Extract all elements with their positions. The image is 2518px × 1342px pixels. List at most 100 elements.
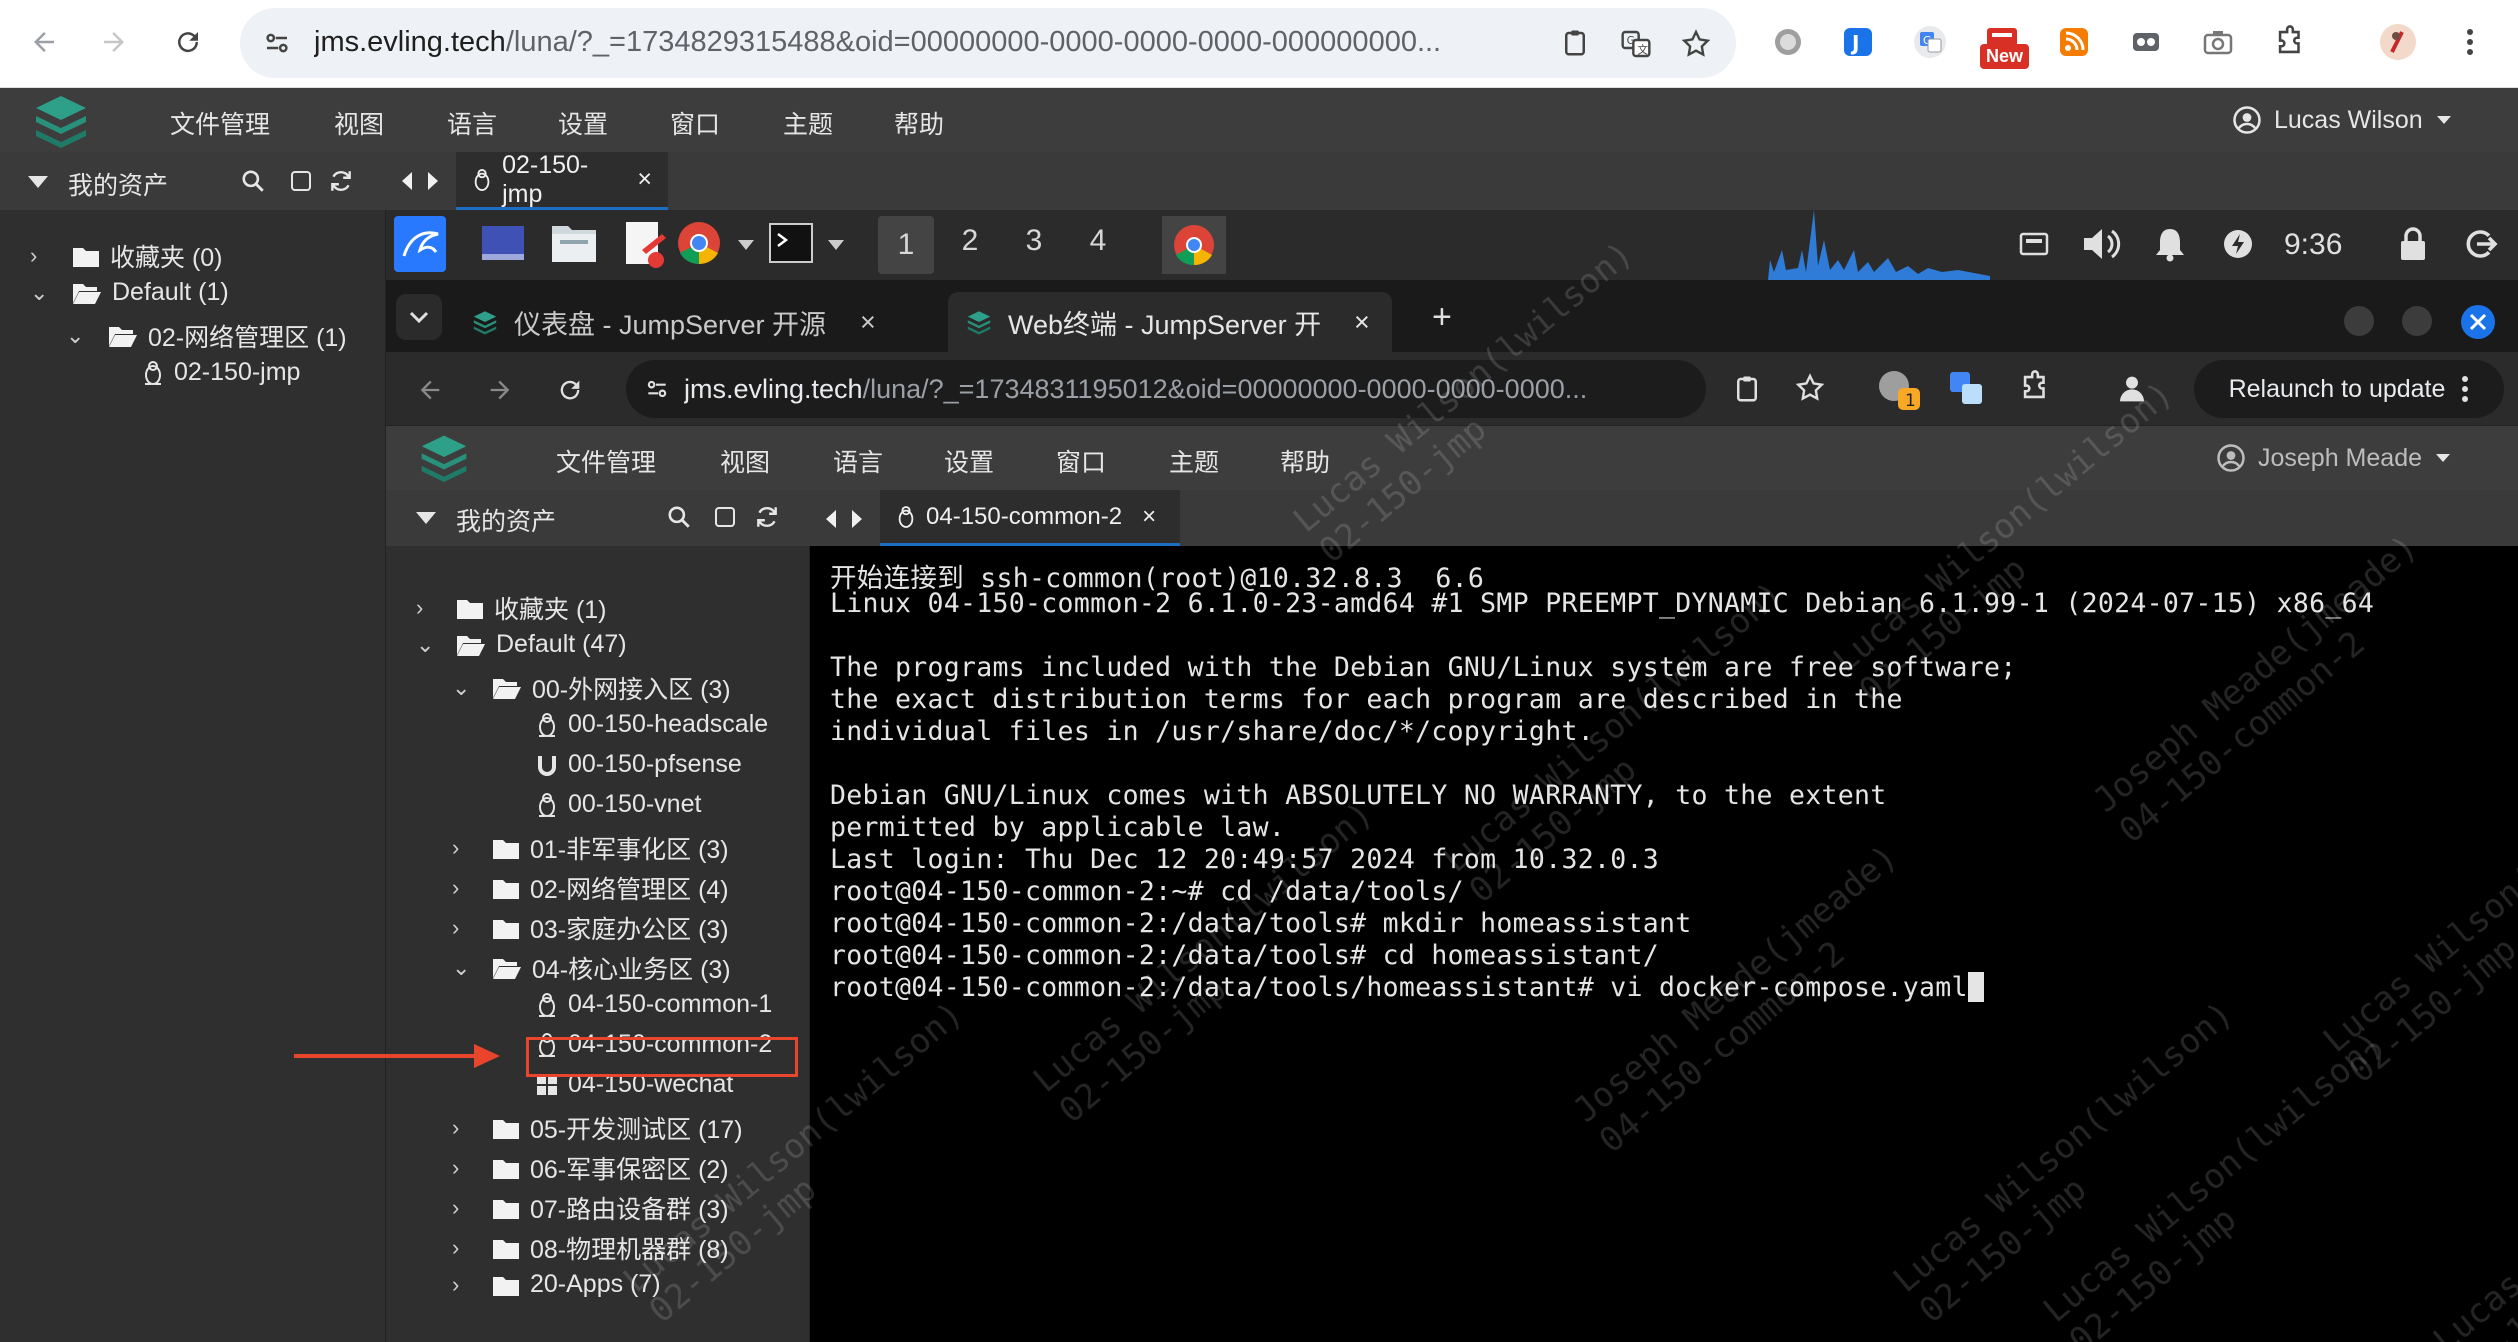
rss-extension-icon[interactable] — [2052, 20, 2096, 64]
clipboard-icon[interactable] — [1560, 28, 1590, 58]
workspace-2[interactable]: 2 — [942, 224, 998, 258]
extensions-puzzle-icon[interactable] — [2018, 370, 2052, 404]
tree-node-group[interactable]: › 08-物理机器群 (8) — [452, 1230, 729, 1266]
menu-language[interactable]: 语言 — [447, 105, 497, 141]
refresh-icon[interactable] — [328, 168, 354, 194]
chevron-down-icon[interactable]: ⌄ — [452, 955, 474, 981]
tree-node-group[interactable]: › 06-军事保密区 (2) — [452, 1150, 729, 1186]
chevron-down-icon[interactable]: ⌄ — [452, 675, 474, 701]
remote-desktop-viewport[interactable]: 1 2 3 4 9:36 仪表盘 - JumpServer 开源 × Web终端… — [386, 210, 2518, 1342]
url-text[interactable]: jms.evling.tech/luna/?_=1734829315488&oi… — [314, 26, 1514, 59]
file-manager-icon[interactable] — [550, 220, 598, 266]
chevron-right-icon[interactable]: › — [452, 915, 474, 941]
power-status-icon[interactable] — [2222, 228, 2254, 260]
network-icon[interactable] — [2018, 228, 2050, 260]
user-menu[interactable]: Joseph Meade — [2216, 443, 2452, 473]
workspace-4[interactable]: 4 — [1070, 224, 1126, 258]
tab-scroll-arrows-icon[interactable] — [824, 508, 864, 530]
extensions-puzzle-icon[interactable] — [2268, 20, 2312, 64]
menu-settings[interactable]: 设置 — [558, 105, 608, 141]
reload-button[interactable] — [166, 20, 210, 64]
chevron-right-icon[interactable]: › — [30, 243, 52, 269]
chevron-right-icon[interactable]: › — [452, 1272, 474, 1298]
expand-square-icon[interactable] — [714, 506, 736, 528]
chevron-right-icon[interactable]: › — [452, 1195, 474, 1221]
chevron-down-icon[interactable]: ⌄ — [66, 323, 88, 349]
menu-theme[interactable]: 主题 — [783, 105, 833, 141]
refresh-icon[interactable] — [754, 504, 780, 530]
chevron-down-icon[interactable]: ⌄ — [30, 280, 52, 306]
caret-down-icon[interactable] — [828, 240, 844, 250]
tree-node-asset[interactable]: 00-150-pfsense — [536, 750, 742, 779]
chrome-menu-icon[interactable] — [2448, 20, 2492, 64]
search-icon[interactable] — [666, 504, 692, 530]
new-tab-button[interactable]: + — [1432, 298, 1452, 337]
ssh-terminal[interactable]: 开始连接到 ssh-common(root)@10.32.8.3 6.6 Linu… — [810, 546, 2518, 1342]
menu-window[interactable]: 窗口 — [1056, 443, 1106, 479]
kali-menu-icon[interactable] — [394, 216, 446, 272]
menu-help[interactable]: 帮助 — [894, 105, 944, 141]
tab-scroll-arrows-icon[interactable] — [400, 170, 440, 192]
extension-badge-icon[interactable]: 1 — [1876, 368, 1924, 412]
url-text[interactable]: jms.evling.tech/luna/?_=1734831195012&oi… — [684, 374, 1674, 405]
tree-node-group[interactable]: › 05-开发测试区 (17) — [452, 1110, 743, 1146]
close-tab-icon[interactable]: × — [1142, 503, 1156, 531]
chevron-right-icon[interactable]: › — [452, 1115, 474, 1141]
tree-node-favorites[interactable]: › 收藏夹 (0) — [30, 238, 223, 274]
lock-screen-icon[interactable] — [2398, 226, 2428, 262]
tree-node-group[interactable]: › 02-网络管理区 (4) — [452, 870, 729, 906]
search-icon[interactable] — [240, 168, 266, 194]
chevron-right-icon[interactable]: › — [452, 835, 474, 861]
translate-icon[interactable]: G文 — [1620, 28, 1652, 60]
text-editor-icon[interactable] — [622, 220, 666, 270]
google-translate-extension-icon[interactable] — [1948, 370, 1986, 408]
session-tab-02-150-jmp[interactable]: 02-150-jmp × — [456, 151, 668, 210]
forward-arrow-icon[interactable] — [486, 376, 514, 404]
terminal-launcher-icon[interactable] — [768, 220, 814, 266]
tree-node-default[interactable]: ⌄ Default (1) — [30, 278, 229, 307]
menu-theme[interactable]: 主题 — [1169, 443, 1219, 479]
user-menu[interactable]: Lucas Wilson — [2232, 105, 2453, 135]
chrome-window-button[interactable] — [1162, 216, 1226, 274]
inner-address-bar[interactable]: jms.evling.tech/luna/?_=1734831195012&oi… — [626, 360, 1706, 418]
tab-search-button[interactable] — [396, 294, 442, 340]
bookmark-star-icon[interactable] — [1680, 28, 1712, 60]
site-info-icon[interactable] — [262, 28, 292, 58]
tree-node-group[interactable]: ⌄ 04-核心业务区 (3) — [452, 950, 731, 986]
tree-node-group[interactable]: › 03-家庭办公区 (3) — [452, 910, 729, 946]
inner-tab-web-terminal[interactable]: Web终端 - JumpServer 开 × — [948, 292, 1392, 352]
chevron-right-icon[interactable]: › — [452, 1155, 474, 1181]
back-arrow-icon[interactable] — [416, 376, 444, 404]
extension-circle-icon[interactable] — [1766, 20, 1810, 64]
tree-node-group[interactable]: › 收藏夹 (1) — [416, 590, 607, 626]
camera-extension-icon[interactable] — [2196, 20, 2240, 64]
workspace-3[interactable]: 3 — [1006, 224, 1062, 258]
caret-down-icon[interactable] — [738, 240, 754, 250]
logout-icon[interactable] — [2462, 226, 2498, 262]
chevron-right-icon[interactable]: › — [416, 595, 438, 621]
tree-node-group[interactable]: › 07-路由设备群 (3) — [452, 1190, 729, 1226]
tree-node-02-network-mgmt[interactable]: ⌄ 02-网络管理区 (1) — [66, 318, 347, 354]
incognito-extension-icon[interactable] — [2124, 20, 2168, 64]
tree-node-group[interactable]: ⌄ Default (47) — [416, 630, 627, 659]
relaunch-to-update-button[interactable]: Relaunch to update — [2194, 360, 2504, 418]
chevron-right-icon[interactable]: › — [452, 875, 474, 901]
window-close-button[interactable] — [2460, 304, 2496, 340]
menu-help[interactable]: 帮助 — [1280, 443, 1330, 479]
expand-square-icon[interactable] — [290, 170, 312, 192]
tree-node-asset[interactable]: 00-150-vnet — [536, 790, 701, 819]
inner-tab-dashboard[interactable]: 仪表盘 - JumpServer 开源 × — [454, 292, 894, 352]
menu-settings[interactable]: 设置 — [944, 443, 994, 479]
tree-node-group[interactable]: ⌄ 00-外网接入区 (3) — [452, 670, 731, 706]
maximize-button[interactable] — [2402, 306, 2432, 336]
profile-icon[interactable] — [2116, 372, 2148, 404]
session-tab-04-150-common-2[interactable]: 04-150-common-2 × — [880, 490, 1180, 546]
extension-j-icon[interactable]: J — [1836, 20, 1880, 64]
close-tab-icon[interactable]: × — [637, 165, 652, 194]
menu-file[interactable]: 文件管理 — [170, 105, 270, 141]
back-button[interactable] — [22, 20, 66, 64]
close-tab-icon[interactable]: × — [860, 307, 876, 338]
menu-view[interactable]: 视图 — [720, 443, 770, 479]
tree-node-group[interactable]: › 20-Apps (7) — [452, 1270, 661, 1299]
close-tab-icon[interactable]: × — [1354, 307, 1370, 338]
